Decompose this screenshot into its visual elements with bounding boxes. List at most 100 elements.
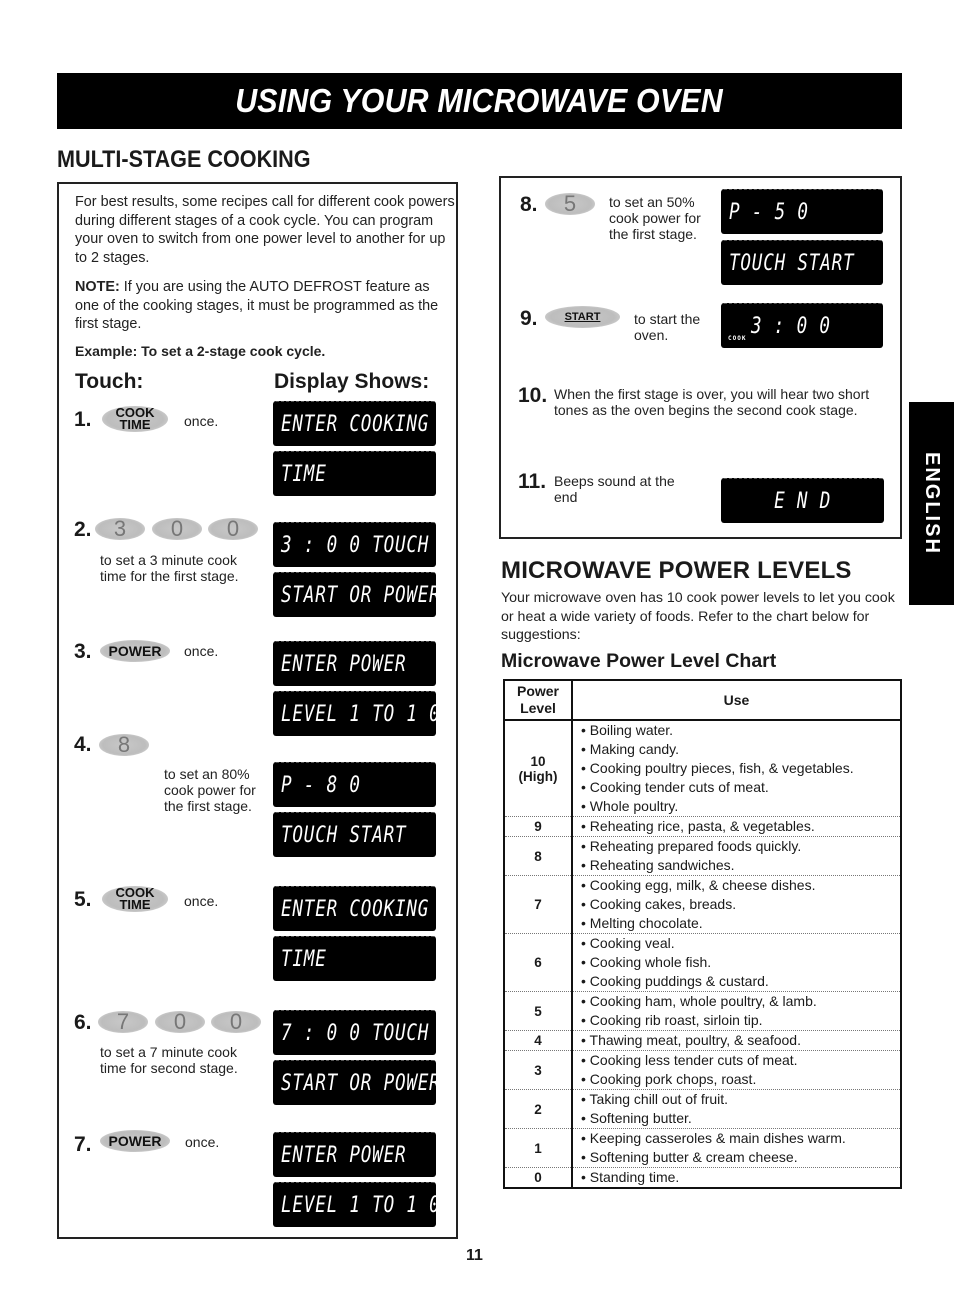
power-level-cell: 1: [504, 1128, 573, 1168]
step-2-text: to set a 3 minute cook time for the firs…: [100, 552, 239, 584]
use-item: Cooking ham, whole poultry, & lamb.: [581, 992, 900, 1011]
banner-title: USING YOUR MICROWAVE OVEN: [235, 82, 724, 119]
use-cell: Reheating prepared foods quickly.Reheati…: [572, 836, 901, 876]
column-header-text: Power Level: [516, 683, 559, 716]
page-number: 11: [466, 1247, 483, 1264]
power-level-cell: 7: [504, 875, 573, 934]
table-row: 10(High)Boiling water.Making candy.Cooki…: [504, 720, 901, 817]
power-level-cell: 0: [504, 1167, 573, 1188]
section-heading-power-levels: MICROWAVE POWER LEVELS: [501, 557, 852, 584]
step-6-text: to set a 7 minute cook time for second s…: [100, 1044, 238, 1076]
digit-5-button[interactable]: 5: [545, 191, 595, 216]
use-item: Cooking tender cuts of meat.: [581, 778, 900, 797]
power-level-cell: 10 (High): [504, 720, 573, 817]
use-item: Melting chocolate.: [581, 914, 900, 933]
digit-0-button[interactable]: 0: [152, 516, 202, 541]
lcd-text: TOUCH START: [729, 250, 855, 276]
lcd-display: P - 5 0: [721, 189, 883, 234]
use-item: Keeping casseroles & main dishes warm.: [581, 1129, 900, 1148]
step-9-text: to start the oven.: [634, 311, 701, 343]
digit-0-button[interactable]: 0: [208, 516, 258, 541]
power-level-value: 8: [534, 848, 542, 864]
lcd-text: LEVEL 1 TO 1 0: [281, 701, 441, 727]
use-item: Reheating rice, pasta, & vegetables.: [581, 817, 900, 836]
use-item: Softening butter & cream cheese.: [581, 1148, 900, 1167]
digit-8-button[interactable]: 8: [99, 732, 149, 757]
lcd-display: P - 8 0: [273, 762, 436, 807]
lcd-display: START OR POWER: [273, 1060, 440, 1105]
power-level-value: 4: [534, 1033, 542, 1048]
lcd-text: 3 : 0 0 TOUCH: [281, 532, 430, 558]
power-level-value: 2: [534, 1101, 542, 1117]
use-item: Cooking poultry pieces, fish, & vegetabl…: [581, 759, 900, 778]
table-row: 6 Cooking veal.Cooking whole fish.Cooking…: [504, 933, 901, 992]
lcd-display: 3 : 0 0 TOUCH: [273, 522, 436, 567]
table-row: 1 Keeping casseroles & main dishes warm.S…: [504, 1128, 901, 1168]
power-button[interactable]: POWER: [100, 640, 170, 662]
step-9-number: 9.: [520, 307, 538, 330]
step-11-number: 11.: [518, 470, 547, 493]
note-text: If you are using the AUTO DEFROST featur…: [75, 279, 439, 333]
use-cell: Cooking ham, whole poultry, & lamb.Cooki…: [572, 991, 901, 1031]
digit-0-button[interactable]: 0: [155, 1009, 205, 1034]
note-label: NOTE:: [75, 279, 120, 295]
use-item: Softening butter.: [581, 1109, 900, 1128]
power-level-cell: 6: [504, 933, 573, 992]
use-cell: Keeping casseroles & main dishes warm.So…: [572, 1128, 901, 1168]
lcd-text: ENTER COOKING: [281, 896, 430, 922]
power-level-cell: 2: [504, 1089, 573, 1129]
lcd-text: ENTER POWER: [281, 651, 407, 677]
lcd-display: LEVEL 1 TO 1 0: [273, 691, 440, 736]
table-row: 9 Reheating rice, pasta, & vegetables.: [504, 816, 901, 837]
lcd-display: TIME: [273, 451, 436, 496]
step-8-number: 8.: [520, 193, 538, 216]
lcd-display: TOUCH START: [273, 812, 436, 857]
page-banner: USING YOUR MICROWAVE OVEN: [57, 73, 902, 129]
step-4-text: to set an 80% cook power for the first s…: [164, 766, 256, 814]
use-item: Making candy.: [581, 740, 900, 759]
lcd-text: TOUCH START: [281, 822, 407, 848]
button-label-line2: TIME: [119, 417, 151, 432]
cook-time-button[interactable]: COOK TIME: [102, 406, 168, 432]
use-cell: Cooking less tender cuts of meat.Cooking…: [572, 1050, 901, 1090]
multistage-note: NOTE: If you are using the AUTO DEFROST …: [75, 278, 455, 334]
use-item: Cooking puddings & custard.: [581, 972, 900, 991]
table-row: 0 Standing time.: [504, 1167, 901, 1188]
lcd-text: START OR POWER: [281, 582, 441, 608]
step-1-number: 1.: [74, 408, 92, 431]
use-item: Reheating prepared foods quickly.: [581, 837, 900, 856]
power-level-cell: 9: [504, 816, 573, 837]
use-item: Thawing meat, poultry, & seafood.: [581, 1031, 900, 1050]
step-5-number: 5.: [74, 888, 92, 911]
step-8-text: to set an 50% cook power for the first s…: [609, 194, 701, 242]
step-10-text: When the first stage is over, you will h…: [554, 386, 870, 418]
use-item: Cooking cakes, breads.: [581, 895, 900, 914]
lcd-text: START OR POWER: [281, 1070, 441, 1096]
language-tab-label: ENGLISH: [921, 452, 943, 555]
example-caption: Example: To set a 2-stage cook cycle.: [75, 343, 326, 359]
lcd-display: ENTER COOKING: [273, 401, 436, 446]
cook-time-button[interactable]: COOK TIME: [102, 886, 168, 912]
step-3-number: 3.: [74, 640, 92, 663]
use-item: Cooking veal.: [581, 934, 900, 953]
use-item: Cooking whole fish.: [581, 953, 900, 972]
table-row: 7 Cooking egg, milk, & cheese dishes.Cook…: [504, 875, 901, 934]
power-level-value: 1: [534, 1140, 542, 1156]
lcd-text: 7 : 0 0 TOUCH: [281, 1020, 430, 1046]
use-cell: Thawing meat, poultry, & seafood.: [572, 1030, 901, 1051]
digit-3-button[interactable]: 3: [95, 516, 145, 541]
power-level-subtitle: (High): [518, 768, 558, 784]
use-item: Standing time.: [581, 1168, 900, 1187]
lcd-display: E N D: [721, 478, 884, 523]
digit-7-button[interactable]: 7: [98, 1009, 148, 1034]
start-button[interactable]: START: [545, 306, 620, 328]
use-cell: Cooking egg, milk, & cheese dishes.Cooki…: [572, 875, 901, 934]
lcd-text: 3 : 0 0: [751, 313, 831, 339]
digit-0-button[interactable]: 0: [211, 1009, 261, 1034]
language-tab-english: ENGLISH: [909, 402, 954, 605]
step-2-number: 2.: [74, 518, 92, 541]
step-11-text: Beeps sound at the end: [554, 473, 675, 505]
step-4-number: 4.: [74, 733, 92, 756]
power-button[interactable]: POWER: [100, 1130, 170, 1152]
power-level-value: 10: [530, 753, 546, 769]
